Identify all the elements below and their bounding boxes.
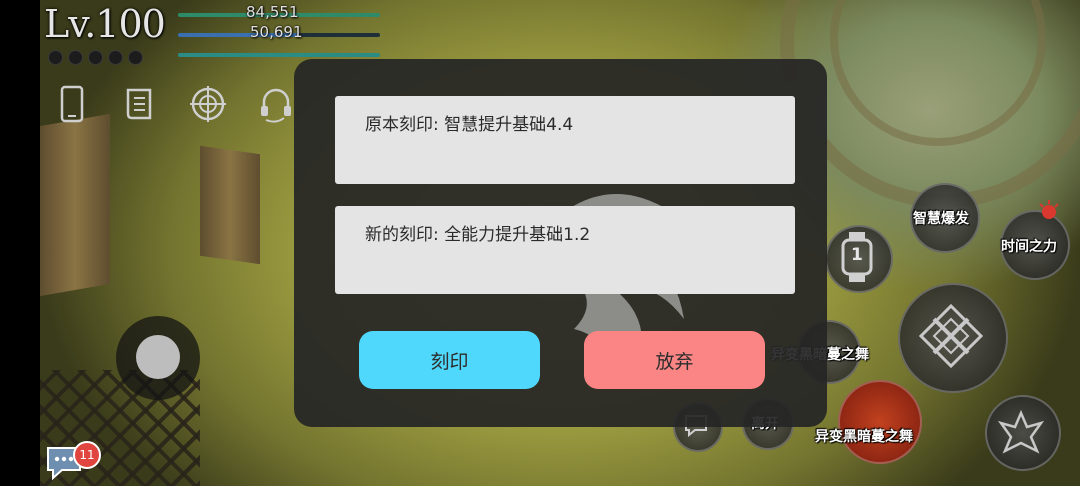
charge-dot [88, 50, 103, 65]
charge-dot [68, 50, 83, 65]
player-level: Lv.100 [44, 2, 166, 46]
skill-label-power-of-time: 时间之力 [1001, 239, 1057, 255]
screen-left-edge [0, 0, 40, 486]
charge-dot [128, 50, 143, 65]
skill-label-dark-vine-dance-2: 异变黑暗蔓之舞 [815, 429, 913, 445]
skill-label-wisdom-burst: 智慧爆发 [913, 211, 969, 227]
engraving-dialog: 原本刻印: 智慧提升基础4.4 新的刻印: 全能力提升基础1.2 刻印 放弃 [294, 59, 827, 427]
original-engraving-text: 原本刻印: 智慧提升基础4.4 [365, 115, 574, 135]
skill-charges [48, 50, 143, 65]
engrave-button[interactable]: 刻印 [359, 331, 540, 389]
joystick-knob[interactable] [136, 335, 180, 379]
charge-dot [108, 50, 123, 65]
unread-badge: 11 [73, 441, 101, 469]
winged-emblem-icon [997, 409, 1045, 454]
game-scene[interactable]: Lv.100 84,551 50,691 智慧爆发 时间之力 1 异变黑暗蔓之舞… [0, 0, 1080, 486]
charge-dot [48, 50, 63, 65]
crossed-swords-icon [918, 303, 984, 369]
hp-value: 84,551 [246, 3, 299, 21]
new-engraving-box: 新的刻印: 全能力提升基础1.2 [335, 206, 795, 294]
mp-value: 50,691 [250, 23, 303, 41]
skill-button-dark-vine-dance-2[interactable] [838, 380, 922, 464]
discard-button[interactable]: 放弃 [584, 331, 765, 389]
scenery-pillar [200, 145, 260, 265]
headset-icon[interactable] [256, 84, 296, 124]
scroll-icon[interactable] [120, 84, 160, 124]
exp-bar [178, 53, 380, 57]
new-engraving-text: 新的刻印: 全能力提升基础1.2 [365, 225, 591, 245]
original-engraving-box: 原本刻印: 智慧提升基础4.4 [335, 96, 795, 184]
alert-flame-icon [1039, 200, 1059, 219]
watch-slot-number: 1 [851, 245, 863, 265]
scenery-pillar [40, 113, 110, 297]
phone-icon[interactable] [52, 84, 92, 124]
compass-icon[interactable] [188, 84, 228, 124]
